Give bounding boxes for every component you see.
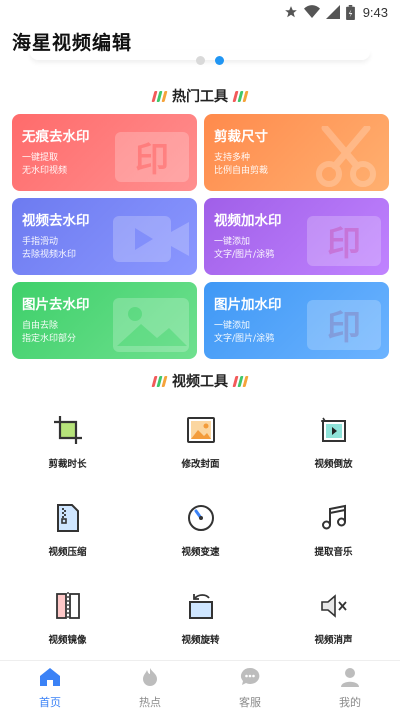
nav-item-home[interactable]: 首页	[0, 661, 100, 710]
hot-tool-card[interactable]: 视频去水印 手指滑动 去除视频水印	[12, 198, 197, 275]
hot-tool-card[interactable]: 图片去水印 自由去除 指定水印部分	[12, 282, 197, 359]
video-tool-item[interactable]: 提取音乐	[267, 488, 400, 578]
reverse-play-icon	[318, 414, 350, 446]
hot-tool-card[interactable]: 视频加水印 一键添加 文字/图片/涂鸦印	[204, 198, 389, 275]
mute-icon	[318, 590, 350, 622]
user-icon	[340, 667, 360, 691]
tool-label: 提取音乐	[314, 547, 353, 558]
stripes-decoration	[232, 375, 249, 387]
hot-tool-card[interactable]: 图片加水印 一键添加 文字/图片/涂鸦印	[204, 282, 389, 359]
stripes-decoration	[232, 90, 249, 102]
flame-icon	[140, 667, 160, 691]
video-tool-item[interactable]: 视频旋转	[134, 576, 267, 666]
tool-label: 视频倒放	[314, 459, 353, 470]
mirror-icon	[52, 590, 84, 622]
stripes-decoration	[151, 90, 168, 102]
nav-item-hot[interactable]: 热点	[100, 661, 200, 710]
tool-label: 视频消声	[314, 635, 353, 646]
image-icon	[111, 294, 191, 358]
section-title-hot-tools: 热门工具	[0, 86, 400, 106]
tool-label: 视频旋转	[181, 635, 220, 646]
watermark-text-icon: 印	[113, 126, 191, 190]
video-tool-item[interactable]: 视频压缩	[1, 488, 134, 578]
chat-bubble-icon	[240, 667, 260, 691]
video-tool-item[interactable]: 修改封面	[134, 400, 267, 490]
hot-tool-card[interactable]: 无痕去水印 一键提取 无水印视频印	[12, 114, 197, 191]
stripes-decoration	[151, 375, 168, 387]
svg-text:印: 印	[327, 224, 361, 264]
tool-label: 剪裁时长	[48, 459, 87, 470]
nav-label: 我的	[339, 696, 361, 709]
crop-icon	[52, 414, 84, 446]
battery-icon	[345, 4, 355, 20]
nav-label: 首页	[39, 696, 61, 709]
tool-label: 修改封面	[181, 459, 220, 470]
nav-label: 热点	[139, 696, 161, 709]
hot-tools-title: 热门工具	[172, 89, 228, 105]
watermark-text-icon: 印	[305, 294, 383, 358]
scissors-icon	[309, 124, 383, 191]
video-tool-item[interactable]: 视频倒放	[267, 400, 400, 490]
wifi-icon	[303, 5, 320, 19]
video-tool-item[interactable]: 视频消声	[267, 576, 400, 666]
nav-label: 客服	[239, 696, 261, 709]
home-icon	[39, 667, 61, 691]
compress-file-icon	[52, 502, 84, 534]
status-time: 9:43	[362, 4, 388, 20]
section-title-video-tools: 视频工具	[0, 371, 400, 391]
watermark-text-icon: 印	[305, 210, 383, 274]
video-tools-title: 视频工具	[172, 374, 228, 390]
signal-icon	[325, 5, 340, 19]
carousel-dot-active[interactable]	[215, 56, 224, 65]
svg-text:印: 印	[135, 140, 169, 180]
star-icon	[284, 6, 297, 18]
carousel-indicator	[196, 56, 224, 65]
cover-image-icon	[185, 414, 217, 446]
tool-label: 视频压缩	[48, 547, 87, 558]
rotate-icon	[185, 590, 217, 622]
video-tool-item[interactable]: 视频镜像	[1, 576, 134, 666]
carousel-dot[interactable]	[196, 56, 205, 65]
tool-label: 视频镜像	[48, 635, 87, 646]
video-camera-icon	[111, 210, 191, 272]
status-bar: 9:43	[0, 0, 400, 24]
video-tool-item[interactable]: 剪裁时长	[1, 400, 134, 490]
nav-item-profile[interactable]: 我的	[300, 661, 400, 710]
tool-label: 视频变速	[181, 547, 220, 558]
music-note-icon	[318, 502, 350, 534]
svg-text:印: 印	[327, 308, 361, 348]
nav-item-service[interactable]: 客服	[200, 661, 300, 710]
hot-tool-card[interactable]: 剪裁尺寸 支持多种 比例自由剪裁	[204, 114, 389, 191]
bottom-navigation: 首页 热点 客服 我的	[0, 660, 400, 710]
speedometer-icon	[185, 502, 217, 534]
video-tool-item[interactable]: 视频变速	[134, 488, 267, 578]
